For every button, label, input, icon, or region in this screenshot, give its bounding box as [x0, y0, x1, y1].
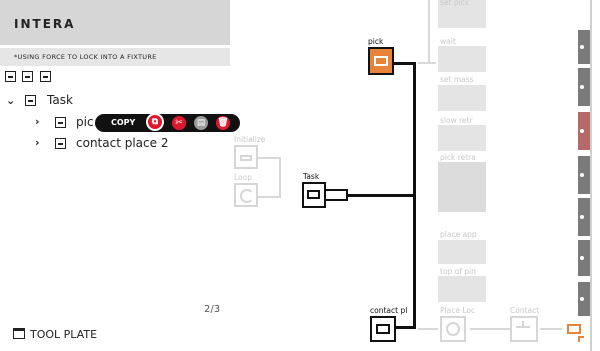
wire-contact-to-trunk — [396, 326, 416, 329]
node-contact-small[interactable] — [510, 316, 538, 342]
tree-item-pick[interactable]: pic — [76, 115, 94, 129]
delete-icon[interactable]: 🗑 — [216, 116, 230, 130]
node-label-set-mass: set mass — [440, 75, 474, 84]
node-label-wait: wait — [440, 37, 456, 46]
wire-task-to-trunk — [348, 194, 414, 197]
node-label-task: Task — [303, 172, 320, 181]
connector-contact-small — [470, 328, 510, 330]
node-block-top-of-pin[interactable] — [438, 276, 486, 302]
chevron-right-icon[interactable]: › — [35, 136, 40, 149]
side-dot-5 — [580, 215, 584, 219]
right-edge-line — [590, 0, 592, 351]
add-node-icon-corner — [578, 336, 584, 342]
place-loc-ring-icon — [446, 322, 460, 336]
wire-pick-to-trunk — [394, 62, 414, 65]
initialize-inner-icon — [240, 155, 252, 161]
node-label-set-pick: set pick — [440, 0, 470, 7]
side-dot-4 — [580, 173, 584, 177]
add-node-icon[interactable] — [567, 324, 581, 334]
connector-right-edge — [540, 328, 562, 330]
node-label-contact-small: Contact — [510, 306, 540, 315]
chevron-right-icon[interactable]: › — [35, 115, 40, 128]
node-label-slow-retr: slow retr — [440, 116, 473, 125]
node-label-pick-retra: pick retra — [440, 153, 476, 162]
node-label-place-app: place app — [440, 230, 477, 239]
clipboard-icon[interactable]: ▤ — [194, 116, 208, 130]
side-dot-2 — [580, 85, 584, 89]
pick-inner-icon — [374, 56, 388, 66]
copy-button[interactable]: COPY — [111, 118, 135, 127]
connector-column-top — [428, 0, 430, 64]
loop-icon — [240, 189, 254, 203]
connector-loop — [258, 196, 280, 198]
side-dot-6 — [580, 256, 584, 260]
contact-node-icon — [55, 138, 66, 149]
duplicate-icon[interactable]: ⧉ — [146, 113, 164, 131]
pick-node-icon — [55, 117, 66, 128]
node-block-pick-retra[interactable] — [438, 162, 486, 212]
node-block-set-mass[interactable] — [438, 85, 486, 111]
panel-title: INTERA — [14, 17, 76, 31]
node-label-top-of-pin: top of pin — [440, 267, 476, 276]
node-label-initialize: Initialize — [234, 135, 266, 144]
wire-trunk-vertical — [413, 62, 416, 328]
contact-inner-icon — [376, 324, 390, 334]
node-label-place-loc: Place Loc — [440, 306, 476, 315]
connector-initialize — [258, 157, 280, 159]
tree-item-task[interactable]: Task — [47, 93, 73, 107]
node-task-tail — [326, 189, 348, 201]
panel-subtitle: *USING FORCE TO LOCK INTO A FIXTURE — [14, 53, 157, 61]
connector-wait — [418, 62, 436, 64]
node-label-loop: Loop — [234, 173, 252, 182]
page-indicator: 2/3 — [204, 304, 221, 315]
chevron-down-icon[interactable]: ⌄ — [6, 94, 15, 107]
node-label-contact: contact pl — [370, 306, 408, 315]
node-label-pick: pick — [368, 37, 384, 46]
node-block-place-app[interactable] — [438, 240, 486, 264]
connector-init-loop-vertical — [279, 157, 281, 198]
node-block-slow-retr[interactable] — [438, 125, 486, 151]
cut-icon[interactable]: ✂ — [172, 116, 186, 130]
side-dot-1 — [580, 45, 584, 49]
task-inner-icon — [307, 190, 320, 199]
tool-plate-label[interactable]: TOOL PLATE — [30, 328, 97, 341]
connector-place-loc — [418, 328, 438, 330]
side-dot-7 — [580, 297, 584, 301]
contact-small-icon-stem — [522, 321, 524, 327]
task-node-icon — [25, 95, 36, 106]
expand-all-icon[interactable] — [5, 71, 16, 82]
tool-plate-icon — [13, 328, 25, 339]
node-block-wait[interactable] — [438, 46, 486, 72]
side-dot-3 — [580, 129, 584, 133]
tree-item-contact-place-2[interactable]: contact place 2 — [76, 136, 168, 150]
refresh-icon[interactable] — [40, 71, 51, 82]
collapse-all-icon[interactable] — [22, 71, 33, 82]
